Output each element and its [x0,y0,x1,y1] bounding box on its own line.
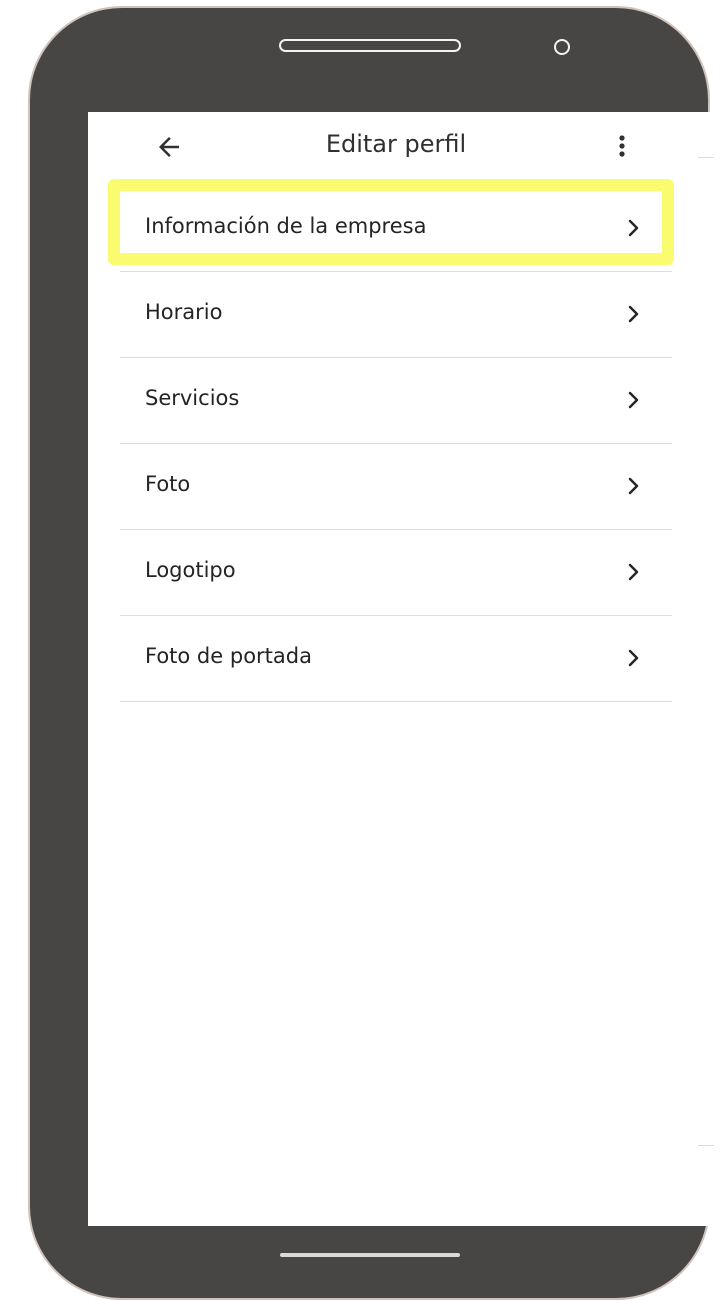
phone-camera [554,39,570,55]
more-vert-icon[interactable] [615,131,629,161]
phone-frame: Editar perfil Información de la empresa … [30,8,714,1298]
home-indicator [280,1253,460,1257]
chevron-right-icon [628,305,639,323]
screen: Editar perfil Información de la empresa … [88,112,714,1226]
chevron-right-icon [628,477,639,495]
chevron-right-icon [628,391,639,409]
menu-item-label: Logotipo [145,558,236,582]
menu-item-logo[interactable]: Logotipo [120,530,672,616]
chevron-right-icon [628,649,639,667]
menu-item-label: Foto [145,472,191,496]
menu-item-services[interactable]: Servicios [120,358,672,444]
profile-menu: Información de la empresa Horario Servic… [108,179,674,702]
menu-item-cover-photo[interactable]: Foto de portada [120,616,672,702]
menu-item-label: Foto de portada [145,644,312,668]
app-bar: Editar perfil [88,112,714,178]
menu-item-label: Horario [145,300,223,324]
chevron-right-icon [628,563,639,581]
phone-speaker [279,39,461,52]
menu-item-hours[interactable]: Horario [120,272,672,358]
menu-item-company-info[interactable]: Información de la empresa [108,179,674,272]
menu-item-label: Información de la empresa [145,214,427,238]
page-title: Editar perfil [325,130,467,158]
chevron-right-icon [628,219,639,237]
menu-item-photo[interactable]: Foto [120,444,672,530]
screen-edge-mark [698,1145,714,1146]
menu-item-label: Servicios [145,386,240,410]
screen-edge-mark [698,157,714,158]
